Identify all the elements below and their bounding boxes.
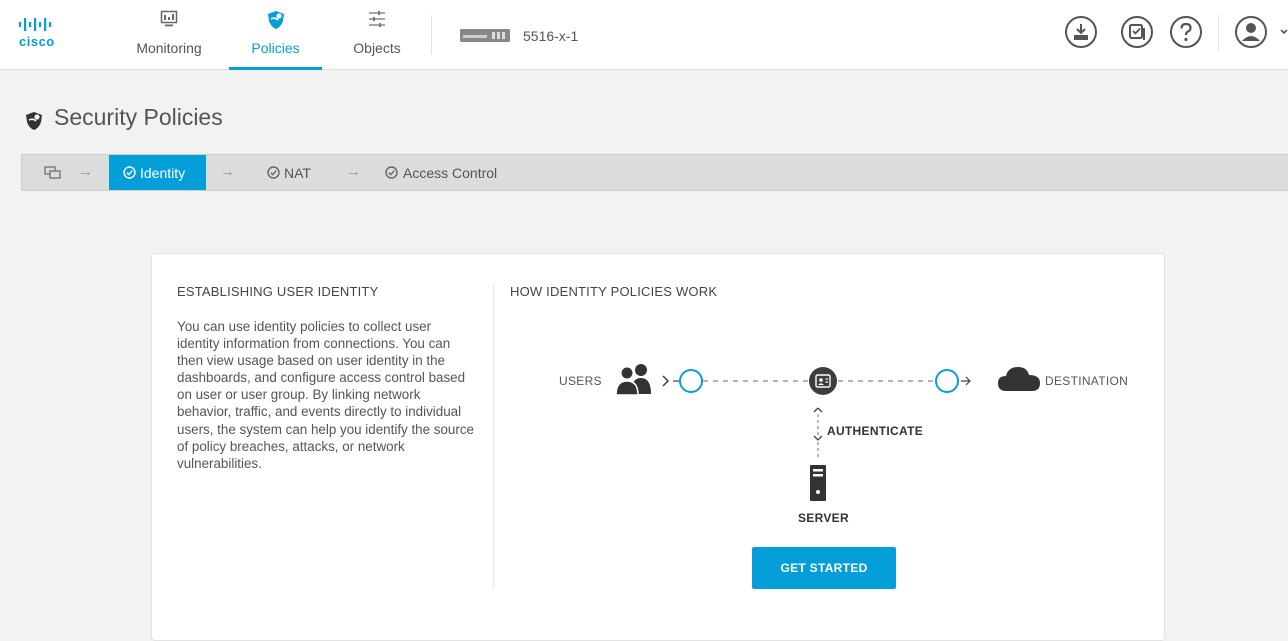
task-list-icon[interactable] [1120,15,1154,49]
cisco-bars-icon [19,18,52,31]
card-divider [493,284,494,589]
server-label: SERVER [798,511,849,525]
page-title-text: Security Policies [54,104,223,130]
get-started-button[interactable]: GET STARTED [752,547,896,589]
destination-label: DESTINATION [1045,374,1129,388]
pipeline-step-label: Access Control [403,165,498,181]
check-circle-icon [385,166,398,179]
card-right-heading: HOW IDENTITY POLICIES WORK [510,284,718,299]
pipeline-step-identity[interactable]: Identity [109,155,206,190]
nav-divider [431,15,432,55]
server-icon [810,465,826,501]
device-name: 5516-x-1 [523,28,579,44]
authenticate-label: AUTHENTICATE [827,424,924,438]
chevron-down-icon [1280,29,1288,35]
help-icon[interactable] [1169,15,1203,49]
shield-icon [267,11,284,29]
firewall-device-icon [460,29,510,42]
pipeline-step-access-control[interactable]: Access Control [385,155,515,190]
card-description: You can use identity policies to collect… [177,319,474,471]
card-left-column: ESTABLISHING USER IDENTITY You can use i… [177,284,477,471]
header-right-divider [1218,15,1219,51]
policy-pipeline-bar: → Identity → NAT → Access Control [21,154,1288,191]
sliders-icon [369,11,385,27]
pipeline-step-nat[interactable]: NAT [267,155,321,190]
shield-icon [26,112,42,130]
pipeline-step-label: NAT [284,165,311,181]
card-left-heading: ESTABLISHING USER IDENTITY [177,284,379,299]
cloud-icon [998,367,1040,391]
deploy-icon[interactable] [1064,15,1098,49]
nav-monitoring[interactable]: Monitoring [128,0,210,70]
identity-intro-card: ESTABLISHING USER IDENTITY You can use i… [151,253,1165,641]
nav-policies[interactable]: Policies [229,0,322,70]
check-circle-icon [267,166,280,179]
nav-monitoring-label: Monitoring [136,40,202,56]
pipeline-source-step[interactable] [44,155,70,190]
nav-objects[interactable]: Objects [340,0,414,70]
identity-node-icon [809,367,837,395]
top-navigation-bar: cisco Monitoring Policies Objects 5516-x… [0,0,1288,70]
monitor-icon [160,10,178,27]
pipeline-step-label: Identity [140,165,186,181]
interfaces-icon [44,166,61,179]
cisco-logo-text: cisco [19,34,55,49]
identity-flow-diagram: USERS DESTINATION AUTHENTICATE SERVER [542,354,1152,534]
pipeline-arrow-icon: → [220,163,235,180]
pipeline-arrow-icon: → [346,163,361,180]
check-circle-icon [123,166,136,179]
nav-policies-label: Policies [251,40,300,56]
nav-objects-label: Objects [353,40,401,56]
user-avatar-icon[interactable] [1234,15,1288,49]
cisco-logo[interactable]: cisco [18,14,108,54]
pipeline-arrow-icon: → [78,163,93,180]
